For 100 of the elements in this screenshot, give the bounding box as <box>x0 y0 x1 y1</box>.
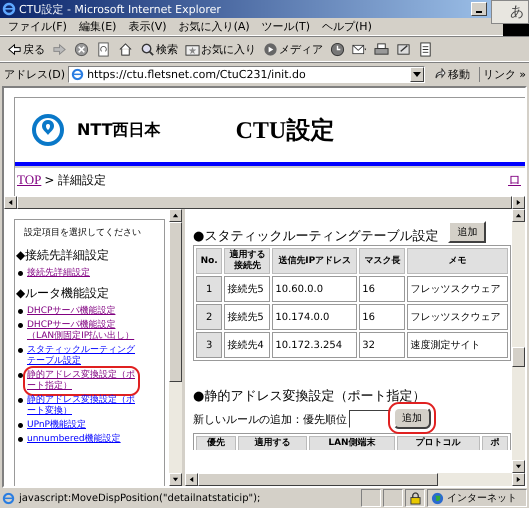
table-cell: 10.60.0.0 <box>272 276 358 302</box>
sidebar-link[interactable]: DHCPサーバ機能設定（LAN側固定IP払い出し） <box>27 320 136 342</box>
scroll-arrow-button[interactable] <box>4 196 17 209</box>
search-icon <box>140 42 155 56</box>
scroll-arrow-button[interactable] <box>512 209 525 222</box>
lock-icon <box>410 492 420 504</box>
column-header: 優先 <box>196 436 236 450</box>
edit-icon <box>396 42 411 56</box>
column-header: LAN側端末 <box>308 436 395 450</box>
table-cell: 1 <box>196 276 222 302</box>
column-header: No. <box>196 248 222 274</box>
menu-item[interactable]: 編集(E) <box>78 19 116 34</box>
scroll-arrow-button[interactable] <box>512 460 525 473</box>
window-title: CTU設定 - Microsoft Internet Explorer <box>19 2 221 16</box>
table-cell: 接続先4 <box>224 332 270 358</box>
add-button[interactable]: 追加 <box>448 221 486 243</box>
brand-name: NTT西日本 <box>77 120 161 140</box>
media-button[interactable]: メディア <box>260 39 326 59</box>
bullet-icon <box>18 271 23 276</box>
section-heading: ◆ルータ機能設定 <box>16 285 110 302</box>
bullet-icon <box>18 373 23 378</box>
back-button[interactable]: 戻る <box>4 39 48 59</box>
triangle-icon <box>7 199 14 206</box>
table-cell: 接続先5 <box>224 276 270 302</box>
sidebar-link[interactable]: 静的アドレス変換設定（ポート変換） <box>27 395 136 417</box>
search-button[interactable]: 検索 <box>137 39 181 59</box>
ime-mode-label: あ <box>510 3 525 21</box>
menu-item[interactable]: お気に入り(A) <box>178 19 250 34</box>
table-cell: 10.172.3.254 <box>272 332 358 358</box>
right-arrow-icon <box>52 42 67 56</box>
table-cell: 16 <box>359 276 406 302</box>
menu-item[interactable]: ヘルプ(H) <box>322 19 372 34</box>
priority-input-field[interactable] <box>349 410 391 428</box>
column-header: 適用する <box>238 436 307 450</box>
minimize-button[interactable] <box>471 2 487 16</box>
logout-link[interactable]: ロ <box>508 171 521 189</box>
sidebar-link[interactable]: UPnP機能設定 <box>27 420 136 431</box>
column-header: メモ <box>407 248 508 274</box>
address-field[interactable]: https://ctu.fletsnet.com/CtuC231/init.do <box>68 66 425 82</box>
bullet-icon <box>18 398 23 403</box>
triangle-icon <box>172 476 179 483</box>
scroll-arrow-button[interactable] <box>512 196 525 209</box>
sidebar-link[interactable]: 接続先詳細設定 <box>27 268 136 279</box>
triangle-icon <box>412 72 421 76</box>
column-header: マスク長 <box>359 248 406 274</box>
table-cell: 10.174.0.0 <box>272 304 358 330</box>
table-cell: フレッツスクウェア <box>407 276 508 302</box>
dropdown-button[interactable] <box>410 66 424 82</box>
page-icon <box>71 68 84 80</box>
table-cell: 32 <box>359 332 406 358</box>
ime-toolbar[interactable]: あ <box>491 0 529 24</box>
sidebar-link[interactable]: DHCPサーバ機能設定 <box>27 306 136 317</box>
address-label: アドレス(D) <box>4 66 66 82</box>
scrollbar-thumb[interactable] <box>198 473 438 486</box>
page-title: CTU設定 <box>236 116 334 146</box>
scrollbar-thumb[interactable] <box>512 347 525 367</box>
page-icon <box>2 492 15 504</box>
bullet-icon <box>18 423 23 428</box>
table-cell: 速度測定サイト <box>407 332 508 358</box>
scrollbar-thumb[interactable] <box>169 222 182 382</box>
triangle-icon <box>188 476 195 483</box>
section-heading: ●静的アドレス変換設定（ポート指定） <box>193 388 426 405</box>
sidebar-prompt: 設定項目を選択してください <box>23 226 142 239</box>
table-cell: 接続先5 <box>224 304 270 330</box>
menu-item[interactable]: ファイル(F) <box>8 19 67 34</box>
clock-icon <box>330 42 345 56</box>
section-heading: ◆接続先詳細設定 <box>16 247 110 264</box>
breadcrumb-current: > 詳細設定 <box>44 172 106 188</box>
favorites-button[interactable]: お気に入り <box>182 39 259 59</box>
home-icon <box>118 42 133 56</box>
ring-logo-icon <box>31 113 65 147</box>
scroll-arrow-button[interactable] <box>169 209 182 222</box>
links-button[interactable]: リンク » <box>478 66 529 82</box>
column-header: 適用する接続先 <box>224 248 270 274</box>
column-header: ポ <box>482 436 508 450</box>
sidebar-link[interactable]: unnumbered機能設定 <box>27 434 136 445</box>
play-icon <box>263 42 278 56</box>
globe-icon <box>431 492 444 504</box>
browser-logo-icon <box>2 2 16 16</box>
table-cell: 3 <box>196 332 222 358</box>
top-link[interactable]: TOP <box>17 172 42 188</box>
scroll-arrow-button[interactable] <box>512 473 525 486</box>
printer-icon <box>374 42 389 56</box>
scroll-arrow-button[interactable] <box>185 473 198 486</box>
sidebar-link[interactable]: スタティックルーティングテーブル設定 <box>27 345 136 367</box>
scroll-arrow-button[interactable] <box>169 473 182 486</box>
menu-item[interactable]: 表示(V) <box>128 19 167 34</box>
column-header: 送信先IPアドレス <box>272 248 358 274</box>
go-button[interactable]: 移動 <box>428 66 476 82</box>
table-cell: フレッツスクウェア <box>407 304 508 330</box>
bullet-icon <box>18 348 23 353</box>
bullet-icon <box>18 309 23 314</box>
column-header: プロトコル <box>396 436 480 450</box>
add-rule-label: 新しいルールの追加：優先順位 <box>193 412 347 426</box>
triangle-icon <box>172 212 179 219</box>
curved-arrow-icon <box>434 68 446 80</box>
menu-item[interactable]: ツール(T) <box>262 19 310 34</box>
document-icon <box>418 42 433 56</box>
refresh-icon <box>96 42 111 56</box>
stop-icon <box>74 42 89 56</box>
